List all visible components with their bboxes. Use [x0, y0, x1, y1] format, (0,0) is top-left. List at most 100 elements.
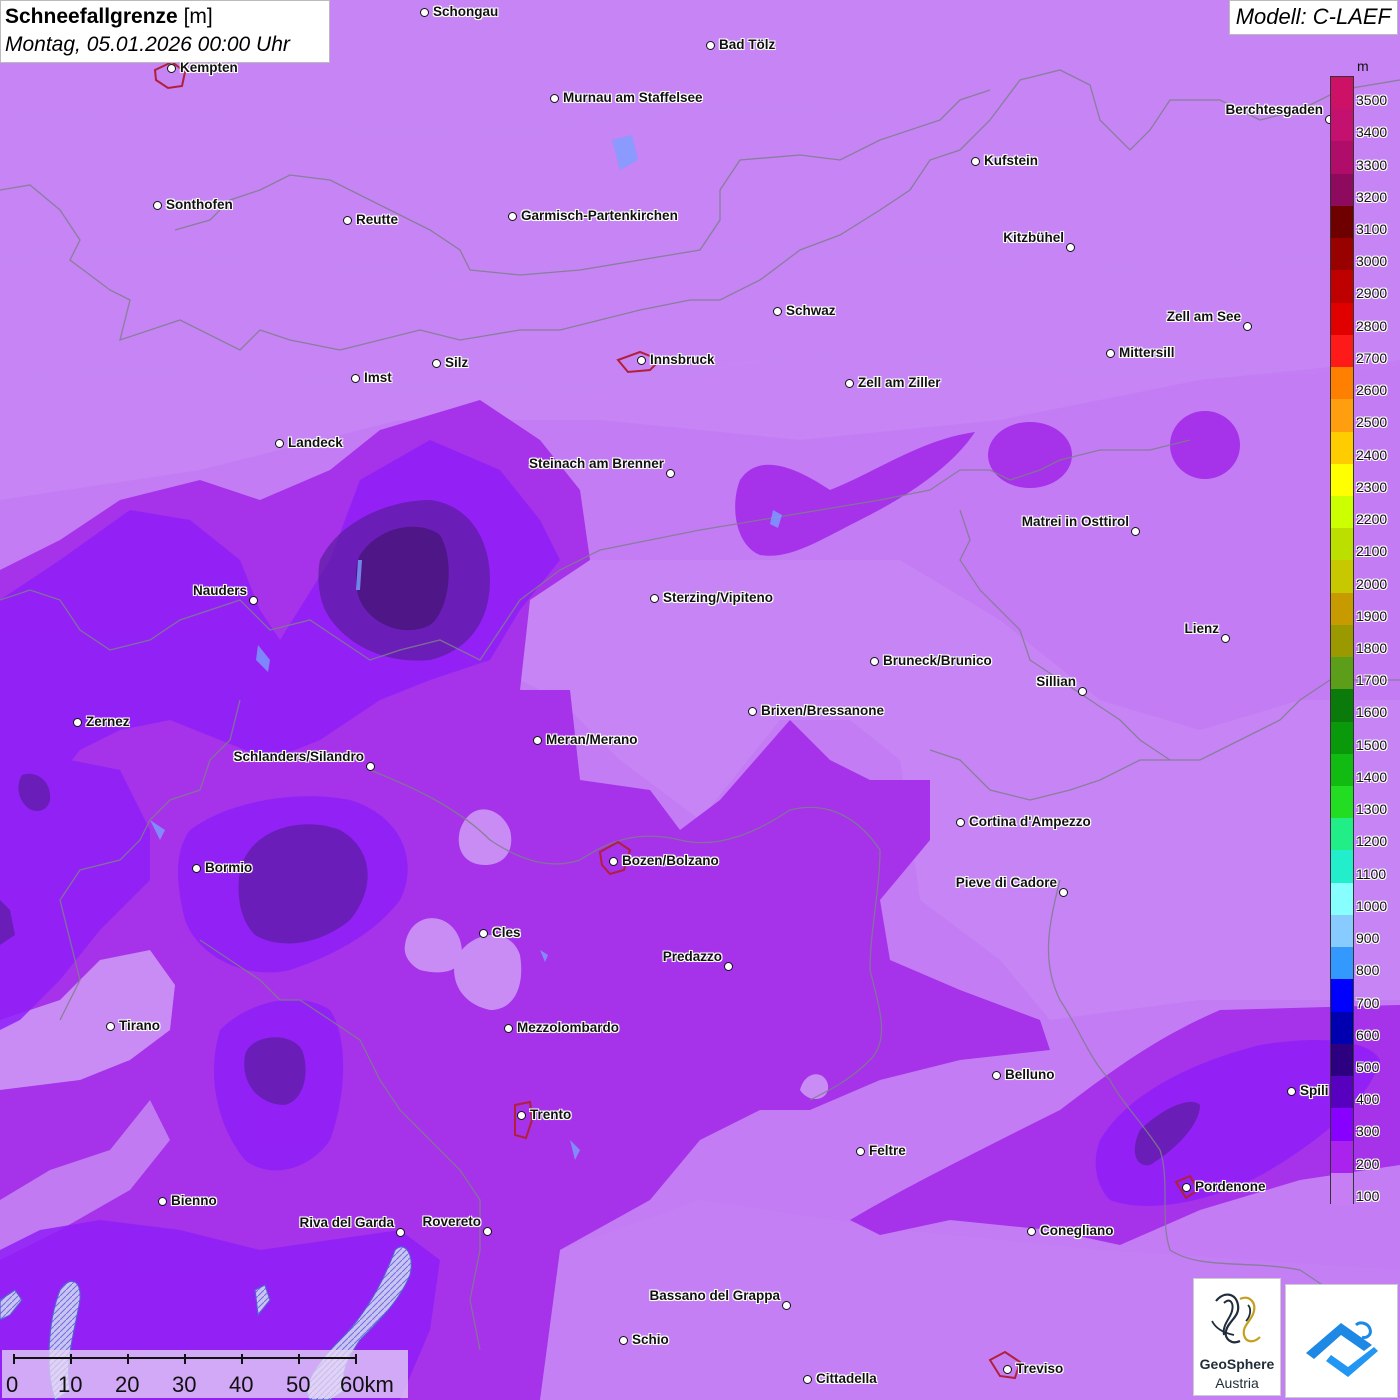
legend-label: 3400 [1356, 124, 1388, 141]
legend-swatch [1331, 1108, 1353, 1142]
city-marker-icon [803, 1375, 812, 1384]
city-label: Schwaz [786, 303, 836, 318]
legend-label: 1200 [1356, 833, 1388, 850]
legend-unit: m [1357, 58, 1369, 74]
legend-label: 1000 [1356, 897, 1388, 914]
legend-label: 2400 [1356, 446, 1388, 463]
city-label: Zell am Ziller [858, 375, 941, 390]
geosphere-emblem-icon [1211, 1293, 1261, 1344]
legend-swatch [1331, 431, 1353, 465]
legend-label: 300 [1356, 1123, 1380, 1140]
legend-label: 100 [1356, 1187, 1380, 1204]
city-marker-icon [782, 1301, 791, 1310]
city-marker-icon [1003, 1365, 1012, 1374]
legend-swatch [1331, 1076, 1353, 1109]
legend-swatch [1331, 689, 1353, 723]
map-title-box: Schneefallgrenze [m] Montag, 05.01.2026 … [0, 0, 330, 63]
legend-swatch [1331, 528, 1353, 561]
legend-label: 1600 [1356, 704, 1388, 721]
city-label: Garmisch-Partenkirchen [521, 208, 678, 223]
city-marker-icon [192, 864, 201, 873]
legend-label: 2100 [1356, 543, 1388, 560]
city-label: Sillian [1036, 674, 1076, 689]
city-marker-icon [724, 962, 733, 971]
city-label: Trento [530, 1107, 572, 1122]
city-marker-icon [1066, 243, 1075, 252]
city-label: Mittersill [1119, 345, 1175, 360]
city-label: Brixen/Bressanone [761, 703, 885, 718]
legend-label: 2200 [1356, 511, 1388, 528]
city-label: Lienz [1184, 621, 1219, 636]
city-marker-icon [706, 41, 715, 50]
city-label: Bad Tölz [719, 37, 776, 52]
city-marker-icon [167, 64, 176, 73]
city-label: Sonthofen [166, 197, 233, 212]
legend-label: 2700 [1356, 349, 1388, 366]
legend-label: 1400 [1356, 768, 1388, 785]
legend-swatch [1331, 882, 1353, 916]
city-label: Conegliano [1040, 1223, 1114, 1238]
city-marker-icon [479, 929, 488, 938]
city-label: Bassano del Grappa [649, 1288, 780, 1303]
city-marker-icon [773, 307, 782, 316]
city-label: Kufstein [984, 153, 1038, 168]
city-marker-icon [533, 736, 542, 745]
city-label: Sterzing/Vipiteno [663, 590, 774, 605]
legend-swatch [1331, 592, 1353, 626]
city-label: Schongau [433, 4, 499, 19]
legend-label: 900 [1356, 930, 1380, 947]
city-label: Cles [492, 925, 521, 940]
city-marker-icon [275, 439, 284, 448]
city-marker-icon [1131, 527, 1140, 536]
legend-swatch [1331, 238, 1353, 271]
legend-swatch [1331, 205, 1353, 239]
city-label: Nauders [192, 583, 247, 598]
legend-label: 1500 [1356, 736, 1388, 753]
legend-label: 500 [1356, 1058, 1380, 1075]
city-label: Spili [1300, 1083, 1329, 1098]
city-label: Meran/Merano [546, 732, 638, 747]
city-label: Innsbruck [650, 352, 715, 367]
legend-label: 700 [1356, 994, 1380, 1011]
city-label: Silz [445, 355, 469, 370]
city-marker-icon [1221, 634, 1230, 643]
city-marker-icon [517, 1111, 526, 1120]
city-label: Mezzolombardo [517, 1020, 620, 1035]
city-label: Tirano [119, 1018, 161, 1033]
city-label: Pieve di Cadore [955, 875, 1057, 890]
legend-swatch [1331, 1172, 1353, 1206]
city-marker-icon [845, 379, 854, 388]
partner-logo[interactable] [1285, 1284, 1398, 1398]
legend-label: 600 [1356, 1026, 1380, 1043]
geosphere-logo-line2: Austria [1215, 1375, 1259, 1391]
city-marker-icon [366, 762, 375, 771]
color-legend [1330, 76, 1354, 1206]
legend-swatch [1331, 657, 1353, 690]
city-label: Predazzo [662, 949, 722, 964]
legend-swatch [1331, 560, 1353, 594]
scale-label: 60km [340, 1372, 394, 1397]
city-marker-icon [483, 1227, 492, 1236]
city-marker-icon [619, 1336, 628, 1345]
city-label: Reutte [356, 212, 399, 227]
legend-swatch [1331, 1011, 1353, 1045]
legend-swatch [1331, 1140, 1353, 1174]
city-marker-icon [504, 1024, 513, 1033]
legend-swatch [1331, 721, 1353, 755]
city-marker-icon [1106, 349, 1115, 358]
legend-swatch [1331, 399, 1353, 432]
legend-swatch [1331, 1043, 1353, 1077]
geosphere-logo[interactable]: GeoSphere Austria [1193, 1278, 1281, 1396]
city-label: Schio [632, 1332, 669, 1347]
city-label: Bruneck/Brunico [883, 653, 992, 668]
legend-swatch [1331, 302, 1353, 336]
city-label: Matrei in Osttirol [1021, 514, 1129, 529]
city-marker-icon [73, 718, 82, 727]
city-marker-icon [550, 94, 559, 103]
legend-label: 1300 [1356, 801, 1388, 818]
city-label: Bormio [205, 860, 253, 875]
legend-swatch [1331, 753, 1353, 787]
scale-label: 0 [6, 1372, 19, 1397]
city-marker-icon [508, 212, 517, 221]
city-marker-icon [420, 8, 429, 17]
